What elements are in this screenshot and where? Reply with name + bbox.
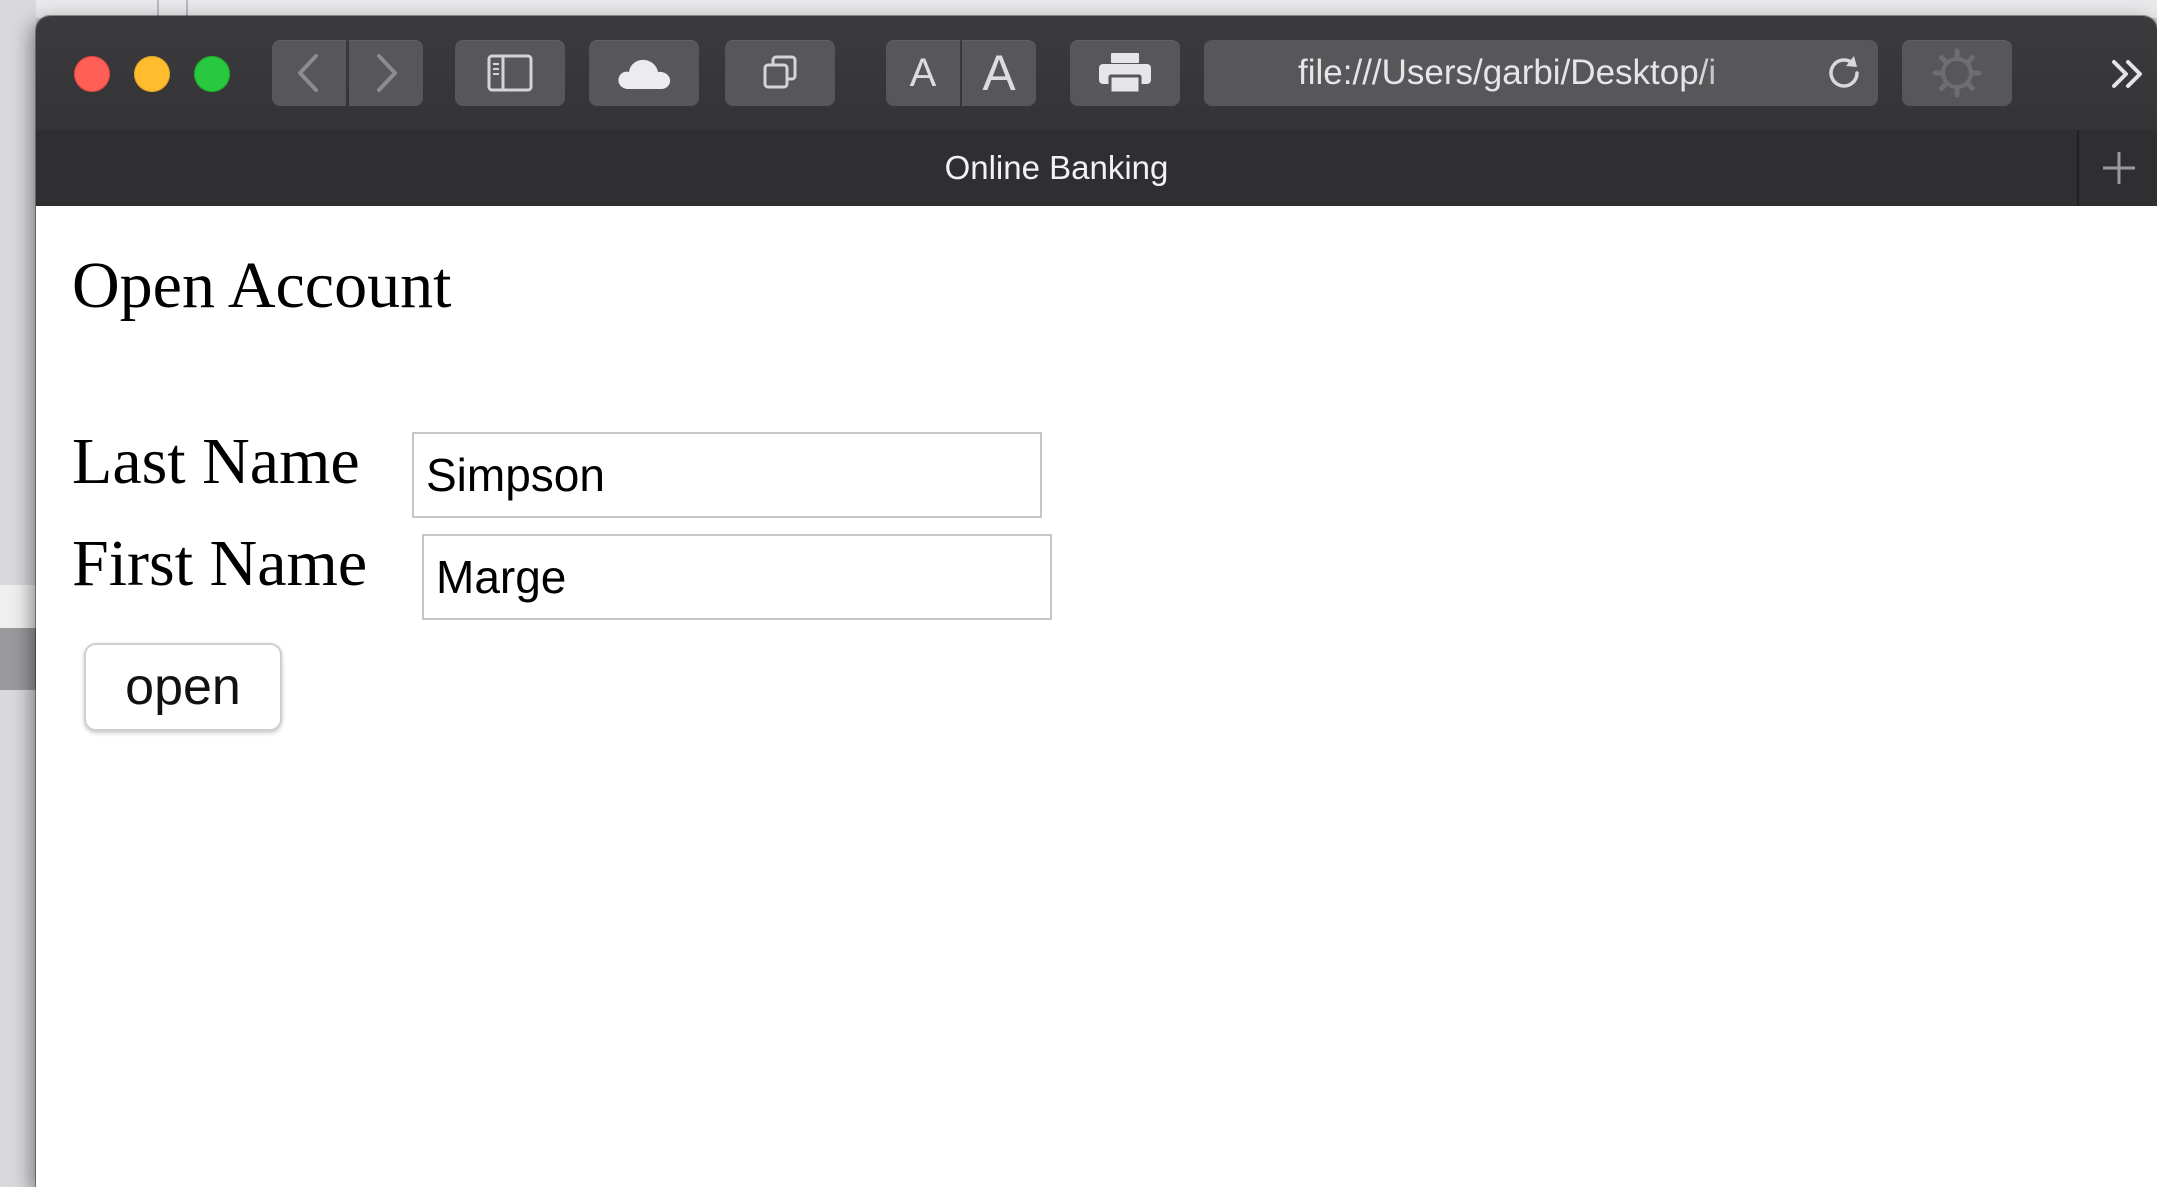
last-name-input[interactable] <box>412 432 1042 518</box>
decrease-font-button[interactable]: A <box>886 40 960 106</box>
browser-toolbar: A A file:///Users/garbi/Desktop/i <box>36 16 2157 132</box>
sidebar-icon <box>487 54 533 92</box>
sidebar-button[interactable] <box>455 40 565 106</box>
new-tab-button[interactable] <box>2077 130 2157 206</box>
large-a-label: A <box>982 45 1016 101</box>
tab-active[interactable]: Online Banking <box>36 130 2077 206</box>
print-button[interactable] <box>1070 40 1180 106</box>
open-button[interactable]: open <box>84 643 282 731</box>
back-button[interactable] <box>272 40 346 106</box>
first-name-label: First Name <box>72 527 368 600</box>
tab-overview-button[interactable] <box>725 40 835 106</box>
page-content: Open Account Last Name First Name open <box>36 206 2157 1187</box>
settings-gear-icon <box>1932 48 1982 98</box>
print-icon <box>1099 53 1151 95</box>
increase-font-button[interactable]: A <box>962 40 1036 106</box>
address-bar[interactable]: file:///Users/garbi/Desktop/i <box>1204 40 1878 106</box>
settings-button[interactable] <box>1902 40 2012 106</box>
backdrop-strip <box>0 585 36 628</box>
close-window-button[interactable] <box>74 56 110 92</box>
small-a-label: A <box>909 50 937 95</box>
overflow-chevrons-icon <box>2112 60 2142 88</box>
back-icon <box>298 54 318 92</box>
tab-bar: Online Banking <box>36 130 2157 208</box>
zoom-window-button[interactable] <box>194 56 230 92</box>
last-name-label: Last Name <box>72 425 360 498</box>
icloud-tabs-button[interactable] <box>589 40 699 106</box>
tab-title: Online Banking <box>944 149 1169 186</box>
cloud-icon <box>618 59 671 89</box>
page-title: Open Account <box>72 249 452 322</box>
reload-icon[interactable] <box>1824 53 1864 93</box>
forward-icon <box>377 54 397 92</box>
browser-window: A A file:///Users/garbi/Desktop/i Online… <box>36 16 2157 1187</box>
address-url: file:///Users/garbi/Desktop/i <box>1298 53 1717 92</box>
forward-button[interactable] <box>349 40 423 106</box>
tabs-overview-icon <box>763 55 797 89</box>
overflow-button[interactable] <box>2108 56 2148 92</box>
first-name-input[interactable] <box>422 534 1052 620</box>
new-tab-plus-icon <box>2103 152 2135 184</box>
backdrop-band <box>0 628 36 690</box>
minimize-window-button[interactable] <box>134 56 170 92</box>
